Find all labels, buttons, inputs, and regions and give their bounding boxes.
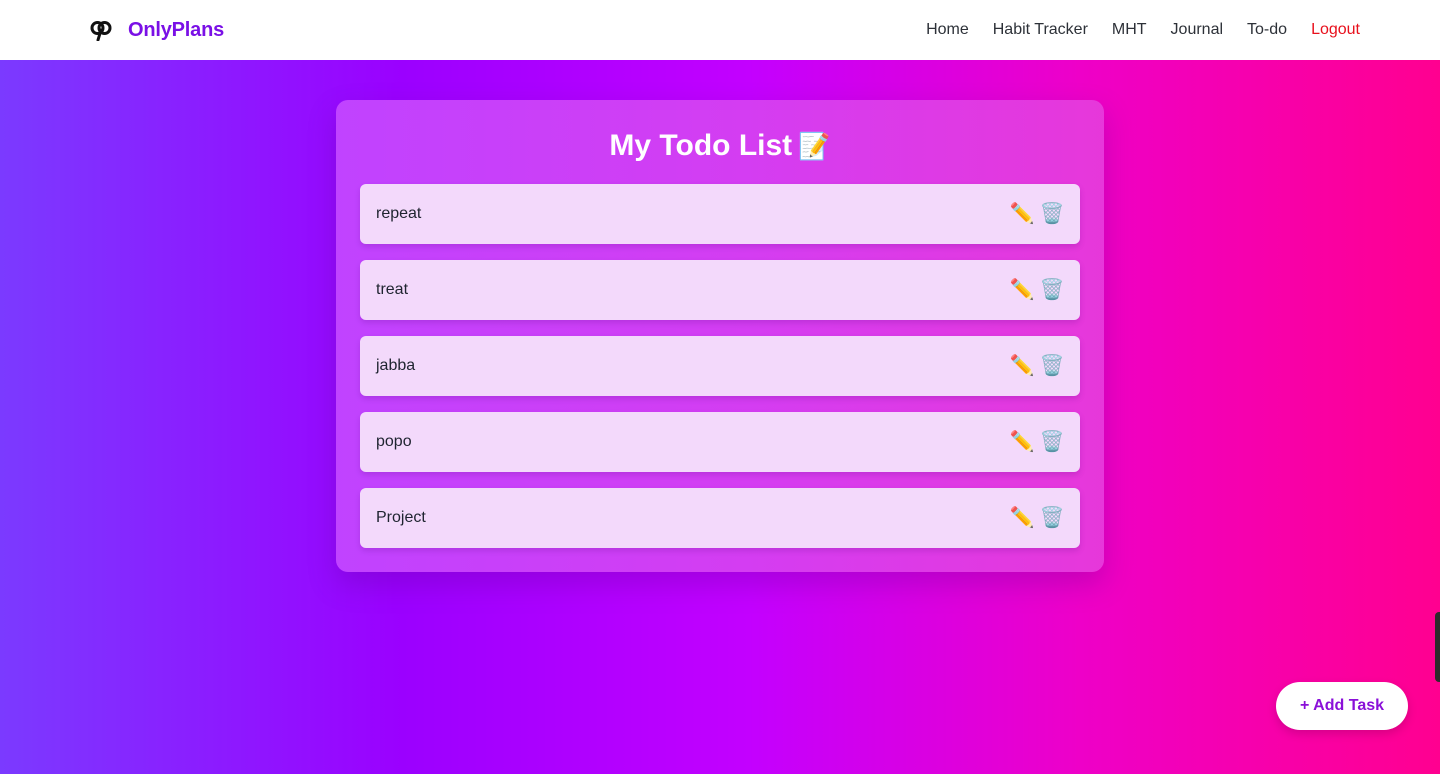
todo-item-actions: ✏️ 🗑️ xyxy=(1010,278,1065,302)
edit-pencil-icon[interactable]: ✏️ xyxy=(1010,506,1035,530)
nav-link-home[interactable]: Home xyxy=(926,21,969,39)
brand-logo-icon xyxy=(88,17,114,43)
delete-trash-icon[interactable]: 🗑️ xyxy=(1040,430,1065,454)
todo-item: jabba ✏️ 🗑️ xyxy=(360,336,1080,396)
add-task-button[interactable]: + Add Task xyxy=(1276,682,1408,730)
todo-item-text: popo xyxy=(376,433,412,450)
page-title-text: My Todo List xyxy=(609,129,793,162)
nav-link-habit-tracker[interactable]: Habit Tracker xyxy=(993,21,1088,39)
delete-trash-icon[interactable]: 🗑️ xyxy=(1040,202,1065,226)
edit-pencil-icon[interactable]: ✏️ xyxy=(1010,354,1035,378)
todo-item: repeat ✏️ 🗑️ xyxy=(360,184,1080,244)
side-panel-handle[interactable] xyxy=(1435,612,1440,682)
top-navbar: OnlyPlans Home Habit Tracker MHT Journal… xyxy=(0,0,1440,60)
nav-link-mht[interactable]: MHT xyxy=(1112,21,1147,39)
nav-link-journal[interactable]: Journal xyxy=(1171,21,1223,39)
todo-list: repeat ✏️ 🗑️ treat ✏️ 🗑️ jabba ✏️ 🗑️ pop… xyxy=(360,184,1080,548)
edit-pencil-icon[interactable]: ✏️ xyxy=(1010,430,1035,454)
nav-links: Home Habit Tracker MHT Journal To-do Log… xyxy=(926,21,1360,39)
brand-name: OnlyPlans xyxy=(128,18,225,41)
delete-trash-icon[interactable]: 🗑️ xyxy=(1040,506,1065,530)
logout-link[interactable]: Logout xyxy=(1311,21,1360,39)
todo-item-text: repeat xyxy=(376,205,422,222)
todo-item-actions: ✏️ 🗑️ xyxy=(1010,430,1065,454)
memo-icon: 📝 xyxy=(798,131,831,161)
delete-trash-icon[interactable]: 🗑️ xyxy=(1040,354,1065,378)
todo-item-actions: ✏️ 🗑️ xyxy=(1010,506,1065,530)
todo-item-actions: ✏️ 🗑️ xyxy=(1010,354,1065,378)
todo-item-text: treat xyxy=(376,281,409,298)
todo-item-text: Project xyxy=(376,509,426,526)
edit-pencil-icon[interactable]: ✏️ xyxy=(1010,202,1035,226)
todo-item: treat ✏️ 🗑️ xyxy=(360,260,1080,320)
page-title: My Todo List 📝 xyxy=(360,126,1080,166)
todo-item-actions: ✏️ 🗑️ xyxy=(1010,202,1065,226)
todo-card: My Todo List 📝 repeat ✏️ 🗑️ treat ✏️ 🗑️ j… xyxy=(336,100,1104,572)
todo-item: Project ✏️ 🗑️ xyxy=(360,488,1080,548)
brand[interactable]: OnlyPlans xyxy=(88,17,224,43)
delete-trash-icon[interactable]: 🗑️ xyxy=(1040,278,1065,302)
edit-pencil-icon[interactable]: ✏️ xyxy=(1010,278,1035,302)
todo-item: popo ✏️ 🗑️ xyxy=(360,412,1080,472)
nav-link-todo[interactable]: To-do xyxy=(1247,21,1287,39)
todo-item-text: jabba xyxy=(376,357,416,374)
